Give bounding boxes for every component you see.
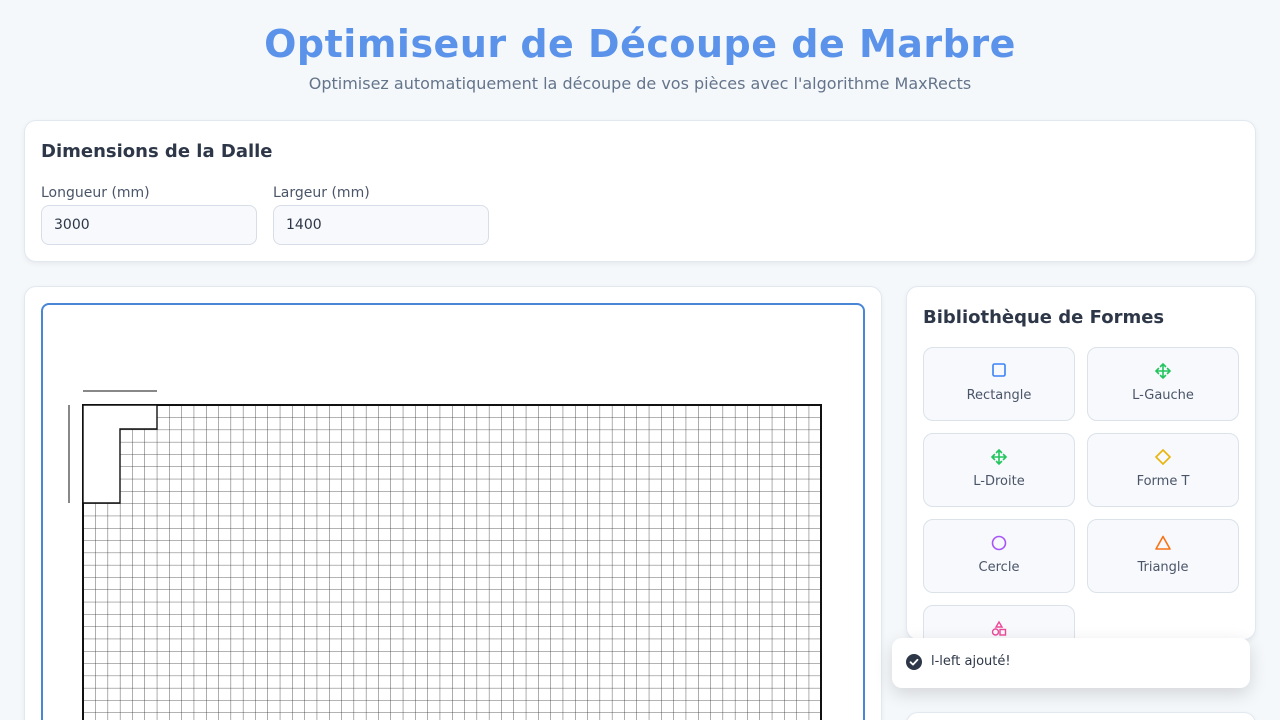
shape-label: L-Gauche [1132,388,1194,403]
circle-icon [991,535,1007,551]
shapes-icon [991,620,1007,636]
triangle-icon [1155,535,1171,550]
shape-label: L-Droite [973,474,1025,489]
page-subtitle: Optimisez automatiquement la découpe de … [308,74,972,93]
width-input[interactable] [273,205,489,245]
shape-label: Triangle [1137,560,1189,575]
shape-library-card: Bibliothèque de Formes Rectangle L-Gauch… [906,286,1256,679]
move-arrows-icon [990,448,1008,466]
shape-label: Forme T [1136,474,1190,489]
square-icon [992,363,1006,377]
shape-label: Cercle [978,560,1020,575]
shape-library-heading: Bibliothèque de Formes [923,307,1165,328]
toast-notification[interactable]: l-left ajouté! [892,638,1250,688]
shape-forme-t-button[interactable]: Forme T [1087,433,1239,507]
slab-grid [83,405,821,720]
slab-drawing [68,390,822,720]
shape-label: Rectangle [966,388,1032,403]
move-arrows-icon [1154,362,1172,380]
diamond-icon [1154,448,1172,466]
check-circle-icon [906,654,922,674]
toast-message: l-left ajouté! [931,654,1011,669]
shape-l-droite-button[interactable]: L-Droite [923,433,1075,507]
shape-rectangle-button[interactable]: Rectangle [923,347,1075,421]
page-title: Optimiseur de Découpe de Marbre [264,22,1016,66]
shape-l-gauche-button[interactable]: L-Gauche [1087,347,1239,421]
shape-triangle-button[interactable]: Triangle [1087,519,1239,593]
slab-dimensions-heading: Dimensions de la Dalle [41,141,273,162]
width-label: Largeur (mm) [273,185,370,201]
cutting-canvas-card [24,286,882,720]
shape-cercle-button[interactable]: Cercle [923,519,1075,593]
length-input[interactable] [41,205,257,245]
lower-panel-card [906,712,1256,720]
length-label: Longueur (mm) [41,185,150,201]
slab-dimensions-card: Dimensions de la Dalle Longueur (mm) Lar… [24,120,1256,262]
cutting-canvas[interactable] [41,303,865,720]
